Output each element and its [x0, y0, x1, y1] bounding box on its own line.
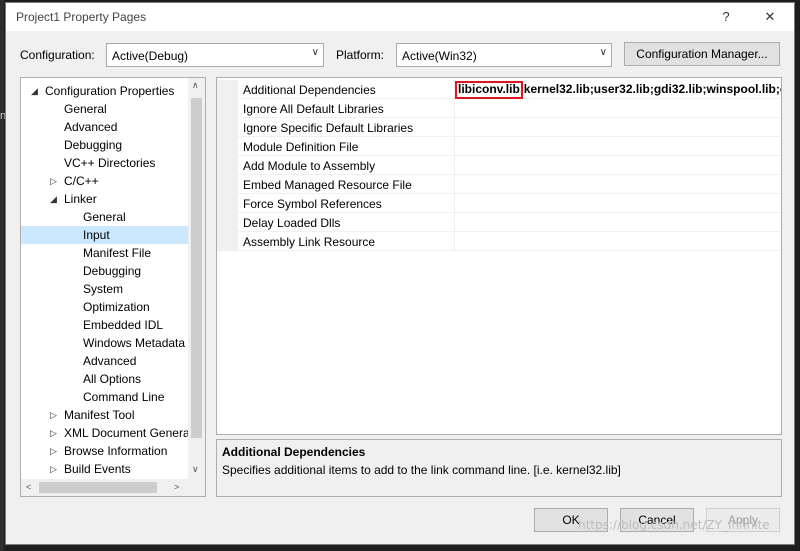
- tree-horizontal-scroll-thumb[interactable]: [39, 482, 157, 493]
- tree-item-linker-debugging[interactable]: Debugging: [83, 262, 141, 280]
- property-row-delay-loaded-dlls[interactable]: Delay Loaded Dlls: [217, 213, 781, 232]
- row-gutter: [217, 156, 238, 175]
- close-button[interactable]: ✕: [760, 8, 780, 26]
- property-row-ignore-specific-default-libraries[interactable]: Ignore Specific Default Libraries: [217, 118, 781, 137]
- title-bar: Project1 Property Pages ? ✕: [6, 3, 794, 31]
- property-row-assembly-link-resource[interactable]: Assembly Link Resource: [217, 232, 781, 251]
- collapse-toggle-icon[interactable]: ◢: [31, 82, 38, 100]
- property-name: Delay Loaded Dlls: [243, 216, 341, 230]
- expand-toggle-icon[interactable]: ▷: [50, 460, 57, 478]
- property-name: Embed Managed Resource File: [243, 178, 412, 192]
- property-grid: Additional Dependencies libiconv.lib;ker…: [216, 77, 782, 435]
- description-panel: Additional Dependencies Specifies additi…: [216, 439, 782, 497]
- tree-item-vc-directories[interactable]: VC++ Directories: [64, 154, 155, 172]
- property-value-input[interactable]: [454, 137, 781, 156]
- tree-item-browse-information[interactable]: Browse Information: [64, 442, 167, 460]
- property-value-input[interactable]: [454, 156, 781, 175]
- tree-item-xml-document-generator[interactable]: XML Document Genera: [64, 424, 190, 442]
- property-tree: ◢ Configuration Properties General Advan…: [20, 77, 206, 497]
- row-gutter: [217, 137, 238, 156]
- tree-item-system[interactable]: System: [83, 280, 123, 298]
- window-title: Project1 Property Pages: [16, 10, 147, 24]
- property-pages-dialog: Project1 Property Pages ? ✕ Configuratio…: [5, 2, 795, 545]
- expand-toggle-icon[interactable]: ▷: [50, 172, 57, 190]
- row-gutter: [217, 118, 238, 137]
- description-text: Specifies additional items to add to the…: [222, 463, 621, 477]
- tree-vertical-scrollbar[interactable]: ∧ ∨: [188, 78, 205, 480]
- property-row-add-module-to-assembly[interactable]: Add Module to Assembly: [217, 156, 781, 175]
- row-gutter: [217, 80, 238, 99]
- property-value-input[interactable]: [454, 213, 781, 232]
- row-gutter: [217, 175, 238, 194]
- property-name: Additional Dependencies: [243, 83, 376, 97]
- tree-item-manifest-tool[interactable]: Manifest Tool: [64, 406, 134, 424]
- property-name: Force Symbol References: [243, 197, 382, 211]
- chevron-down-icon: ∨: [599, 47, 607, 58]
- scroll-down-icon[interactable]: ∨: [192, 464, 199, 475]
- property-name: Ignore All Default Libraries: [243, 102, 384, 116]
- tree-item-all-options[interactable]: All Options: [83, 370, 141, 388]
- chevron-down-icon: ∨: [311, 47, 319, 58]
- tree-item-windows-metadata[interactable]: Windows Metadata: [83, 334, 185, 352]
- configuration-label: Configuration:: [20, 48, 95, 62]
- configuration-value: Active(Debug): [112, 49, 189, 63]
- property-name: Assembly Link Resource: [243, 235, 376, 249]
- property-value-input[interactable]: [454, 99, 781, 118]
- property-value-input[interactable]: [454, 194, 781, 213]
- configuration-select[interactable]: Active(Debug) ∨: [106, 43, 324, 67]
- help-button[interactable]: ?: [716, 8, 736, 26]
- tree-vertical-scroll-thumb[interactable]: [191, 98, 202, 438]
- expand-toggle-icon[interactable]: ▷: [50, 424, 57, 442]
- background-editor-edge: [0, 0, 4, 551]
- property-value-input[interactable]: [454, 175, 781, 194]
- property-row-force-symbol-references[interactable]: Force Symbol References: [217, 194, 781, 213]
- description-title: Additional Dependencies: [222, 445, 366, 459]
- tree-item-linker-input[interactable]: Input: [21, 226, 188, 244]
- tree-item-general[interactable]: General: [64, 100, 107, 118]
- highlight-box: [455, 81, 523, 99]
- property-row-additional-dependencies[interactable]: Additional Dependencies libiconv.lib;ker…: [217, 80, 781, 99]
- tree-item-debugging[interactable]: Debugging: [64, 136, 122, 154]
- property-value-input[interactable]: [454, 118, 781, 137]
- configuration-manager-button[interactable]: Configuration Manager...: [624, 42, 780, 66]
- tree-item-advanced[interactable]: Advanced: [64, 118, 117, 136]
- watermark-text: https://blog.csdn.net/ZY_Infinite: [578, 518, 770, 532]
- scroll-left-icon[interactable]: <: [26, 482, 31, 492]
- platform-select[interactable]: Active(Win32) ∨: [396, 43, 612, 67]
- tree-item-manifest-file[interactable]: Manifest File: [83, 244, 151, 262]
- tree-item-build-events[interactable]: Build Events: [64, 460, 131, 478]
- platform-label: Platform:: [336, 48, 385, 62]
- tree-item-configuration-properties[interactable]: Configuration Properties: [45, 82, 174, 100]
- tree-item-linker-advanced[interactable]: Advanced: [83, 352, 136, 370]
- expand-toggle-icon[interactable]: ▷: [50, 406, 57, 424]
- platform-value: Active(Win32): [402, 49, 477, 63]
- row-gutter: [217, 232, 238, 251]
- expand-toggle-icon[interactable]: ▷: [50, 442, 57, 460]
- collapse-toggle-icon[interactable]: ◢: [50, 190, 57, 208]
- tree-item-linker[interactable]: Linker: [64, 190, 97, 208]
- row-gutter: [217, 194, 238, 213]
- property-row-module-definition-file[interactable]: Module Definition File: [217, 137, 781, 156]
- tree-item-c-cpp[interactable]: C/C++: [64, 172, 99, 190]
- row-gutter: [217, 99, 238, 118]
- property-name: Ignore Specific Default Libraries: [243, 121, 414, 135]
- property-row-embed-managed-resource-file[interactable]: Embed Managed Resource File: [217, 175, 781, 194]
- scroll-right-icon[interactable]: >: [174, 482, 179, 492]
- property-name: Module Definition File: [243, 140, 359, 154]
- property-name: Add Module to Assembly: [243, 159, 376, 173]
- tree-item-embedded-idl[interactable]: Embedded IDL: [83, 316, 163, 334]
- tree-item-linker-general[interactable]: General: [83, 208, 126, 226]
- row-gutter: [217, 213, 238, 232]
- tree-item-command-line[interactable]: Command Line: [83, 388, 164, 406]
- property-row-ignore-all-default-libraries[interactable]: Ignore All Default Libraries: [217, 99, 781, 118]
- tree-horizontal-scrollbar[interactable]: < >: [21, 479, 205, 496]
- tree-item-optimization[interactable]: Optimization: [83, 298, 150, 316]
- property-value-input[interactable]: [454, 232, 781, 251]
- scroll-up-icon[interactable]: ∧: [192, 80, 199, 91]
